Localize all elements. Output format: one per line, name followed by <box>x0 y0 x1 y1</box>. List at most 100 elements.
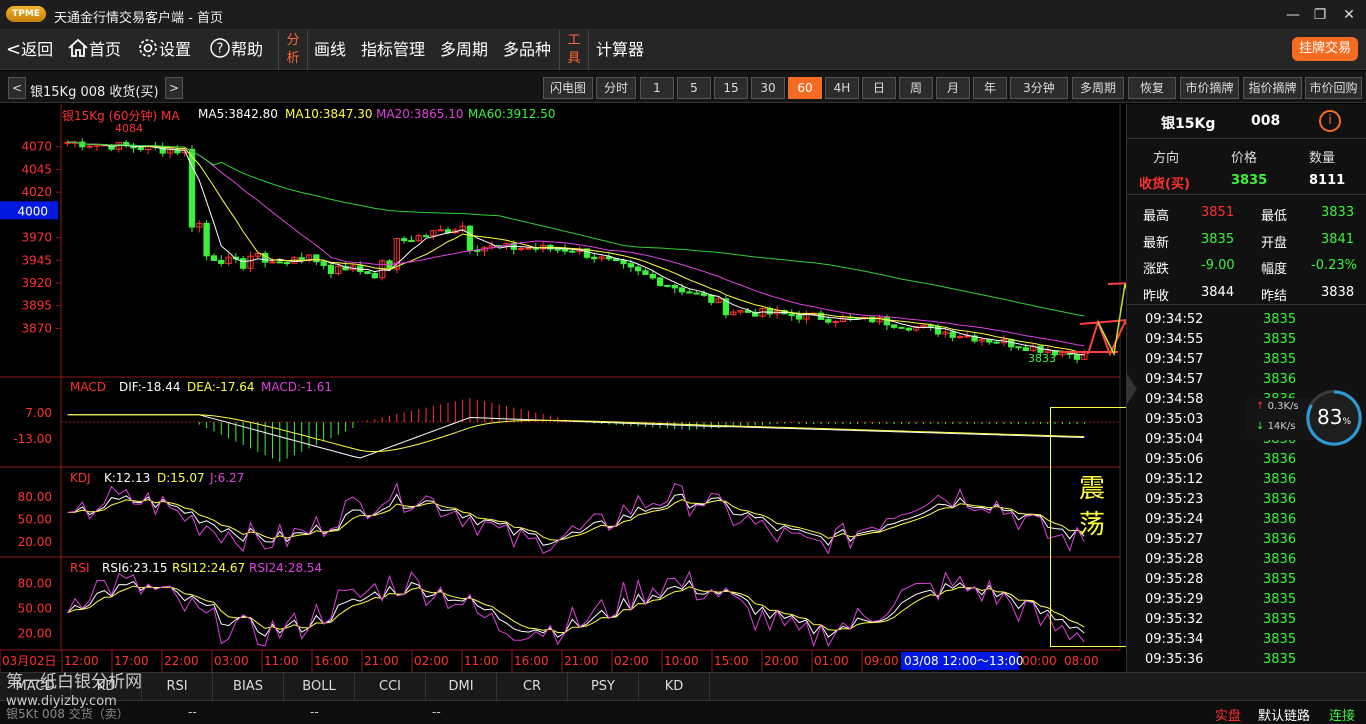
arrow-up-icon: ↑ <box>1256 401 1268 412</box>
back-button[interactable]: <返回 <box>6 30 53 70</box>
period-button[interactable]: 分时 <box>596 77 636 99</box>
tick-price: 3836 <box>1263 552 1297 567</box>
tick-time: 09:35:04 <box>1145 432 1204 447</box>
memory-gauge[interactable]: 83% <box>1306 390 1362 446</box>
x-axis-label: 20:00 <box>764 654 799 668</box>
period-button[interactable]: 恢复 <box>1128 77 1176 99</box>
panel-instrument-name: 银15Kg <box>1161 116 1216 132</box>
analysis-tab[interactable]: 分 析 <box>278 30 308 70</box>
indicator-tab[interactable]: BIAS <box>213 673 284 701</box>
period-button[interactable]: 多周期 <box>1072 77 1124 99</box>
indicator-tab[interactable]: BOLL <box>284 673 355 701</box>
macd-value: MACD:-1.61 <box>261 380 333 394</box>
settings-button[interactable]: 设置 <box>137 30 191 70</box>
period-button[interactable]: 60 <box>788 77 822 99</box>
kline-chart[interactable]: 4070 4045 4020 3970 3945 3920 3895 3870 4000 4084… <box>0 104 1139 672</box>
period-button[interactable]: 1 <box>640 77 674 99</box>
multi-period-button[interactable]: 多周期 <box>440 30 488 70</box>
period-button[interactable]: 4H <box>825 77 859 99</box>
period-button[interactable]: 指价摘牌 <box>1243 77 1302 99</box>
col-qty: 数量 <box>1309 151 1336 166</box>
info-icon[interactable]: i <box>1319 110 1341 132</box>
indicator-tab[interactable]: DMI <box>426 673 497 701</box>
next-instrument-button[interactable]: > <box>165 77 183 99</box>
panel-divider <box>1127 194 1366 195</box>
indicator-tab[interactable]: KD <box>639 673 710 701</box>
candle-body <box>525 247 532 250</box>
y-tick-label: 4070 <box>21 140 52 154</box>
candle-body <box>320 261 327 266</box>
indicator-tab[interactable]: RSI <box>142 673 213 701</box>
period-button[interactable]: 月 <box>936 77 970 99</box>
candle-body <box>934 325 942 335</box>
tick-row: 09:35:27 3836 <box>1127 530 1366 550</box>
help-button[interactable]: ? 帮助 <box>209 30 263 70</box>
period-button[interactable]: 日 <box>862 77 896 99</box>
tick-time: 09:35:12 <box>1145 472 1204 487</box>
candle-body <box>188 148 196 228</box>
tick-row: 09:34:55 3835 <box>1127 330 1366 350</box>
candle-body <box>591 256 598 260</box>
prev-instrument-button[interactable]: < <box>8 77 26 99</box>
ma5-legend: MA5:3842.80 <box>198 107 278 121</box>
close-button[interactable]: ✕ <box>1339 5 1359 25</box>
period-button[interactable]: 市价回购 <box>1305 77 1362 99</box>
panel-divider <box>1127 304 1366 305</box>
candle-body <box>678 287 686 293</box>
indicator-tab[interactable]: CCI <box>355 673 426 701</box>
candle-body <box>86 145 93 148</box>
listing-trade-button[interactable]: 挂牌交易 <box>1292 37 1358 61</box>
x-axis-label: 00:00 <box>1022 654 1057 668</box>
stat-row: 最新 3835 开盘 3841 <box>1127 227 1366 253</box>
tick-price: 3835 <box>1263 592 1297 607</box>
period-button[interactable]: 3分钟 <box>1010 77 1068 99</box>
minimize-button[interactable]: — <box>1283 5 1303 25</box>
tick-row: 09:35:12 3836 <box>1127 470 1366 490</box>
chevron-left-icon: < <box>6 39 22 60</box>
multi-variety-button[interactable]: 多品种 <box>503 30 551 70</box>
period-button[interactable]: 15 <box>714 77 748 99</box>
candle-body <box>656 277 664 286</box>
panel-instrument-code: 008 <box>1251 113 1281 129</box>
period-button[interactable]: 周 <box>899 77 933 99</box>
kdj-j: J:6.27 <box>210 471 245 485</box>
download-speed: ↓ 14K/s <box>1256 421 1296 432</box>
period-button[interactable]: 市价摘牌 <box>1180 77 1239 99</box>
stat-value: 3835 <box>1201 231 1235 247</box>
status-bar: 银5Kt 008 交货（卖） -- -- -- 实盘 默认链路 连接 <box>0 700 1366 724</box>
tick-time: 09:34:55 <box>1145 332 1204 347</box>
home-button[interactable]: 首页 <box>67 30 121 70</box>
window-title: 天通金行情交易客户端 - 首页 <box>54 11 223 26</box>
period-button[interactable]: 5 <box>677 77 711 99</box>
tick-time: 09:34:57 <box>1145 372 1204 387</box>
tick-row: 09:35:06 3836 <box>1127 450 1366 470</box>
indicator-tab[interactable]: PSY <box>568 673 639 701</box>
tools-tab[interactable]: 工 具 <box>559 30 589 70</box>
stat-value: 3844 <box>1201 284 1235 300</box>
restore-button[interactable]: ❐ <box>1310 5 1330 25</box>
link-selector[interactable]: 默认链路 <box>1258 705 1310 724</box>
candle-body <box>203 222 210 257</box>
candle-body <box>554 248 561 251</box>
tick-row: 09:35:24 3836 <box>1127 510 1366 530</box>
indicator-manage-button[interactable]: 指标管理 <box>361 30 425 70</box>
candle-body <box>561 248 569 252</box>
indicator-tab[interactable]: CR <box>497 673 568 701</box>
kdj-d: D:15.07 <box>157 471 205 485</box>
x-axis-label: 21:00 <box>564 654 599 668</box>
candle-body <box>671 284 678 289</box>
calculator-button[interactable]: 计算器 <box>596 30 644 70</box>
candle-body <box>905 327 912 331</box>
instrument-name: 银15Kg 008 收货(买) <box>30 85 159 100</box>
kdj-title: KDJ <box>70 471 91 485</box>
candle-body <box>664 284 671 287</box>
period-button[interactable]: 年 <box>973 77 1007 99</box>
draw-line-button[interactable]: 画线 <box>314 30 346 70</box>
period-button[interactable]: 闪电图 <box>543 77 593 99</box>
candle-body <box>437 229 444 232</box>
tick-row: 09:34:57 3836 <box>1127 370 1366 390</box>
y-tick-label: 3945 <box>21 253 52 267</box>
col-direction: 方向 <box>1153 151 1180 166</box>
candle-body <box>1022 347 1029 352</box>
period-button[interactable]: 30 <box>751 77 785 99</box>
